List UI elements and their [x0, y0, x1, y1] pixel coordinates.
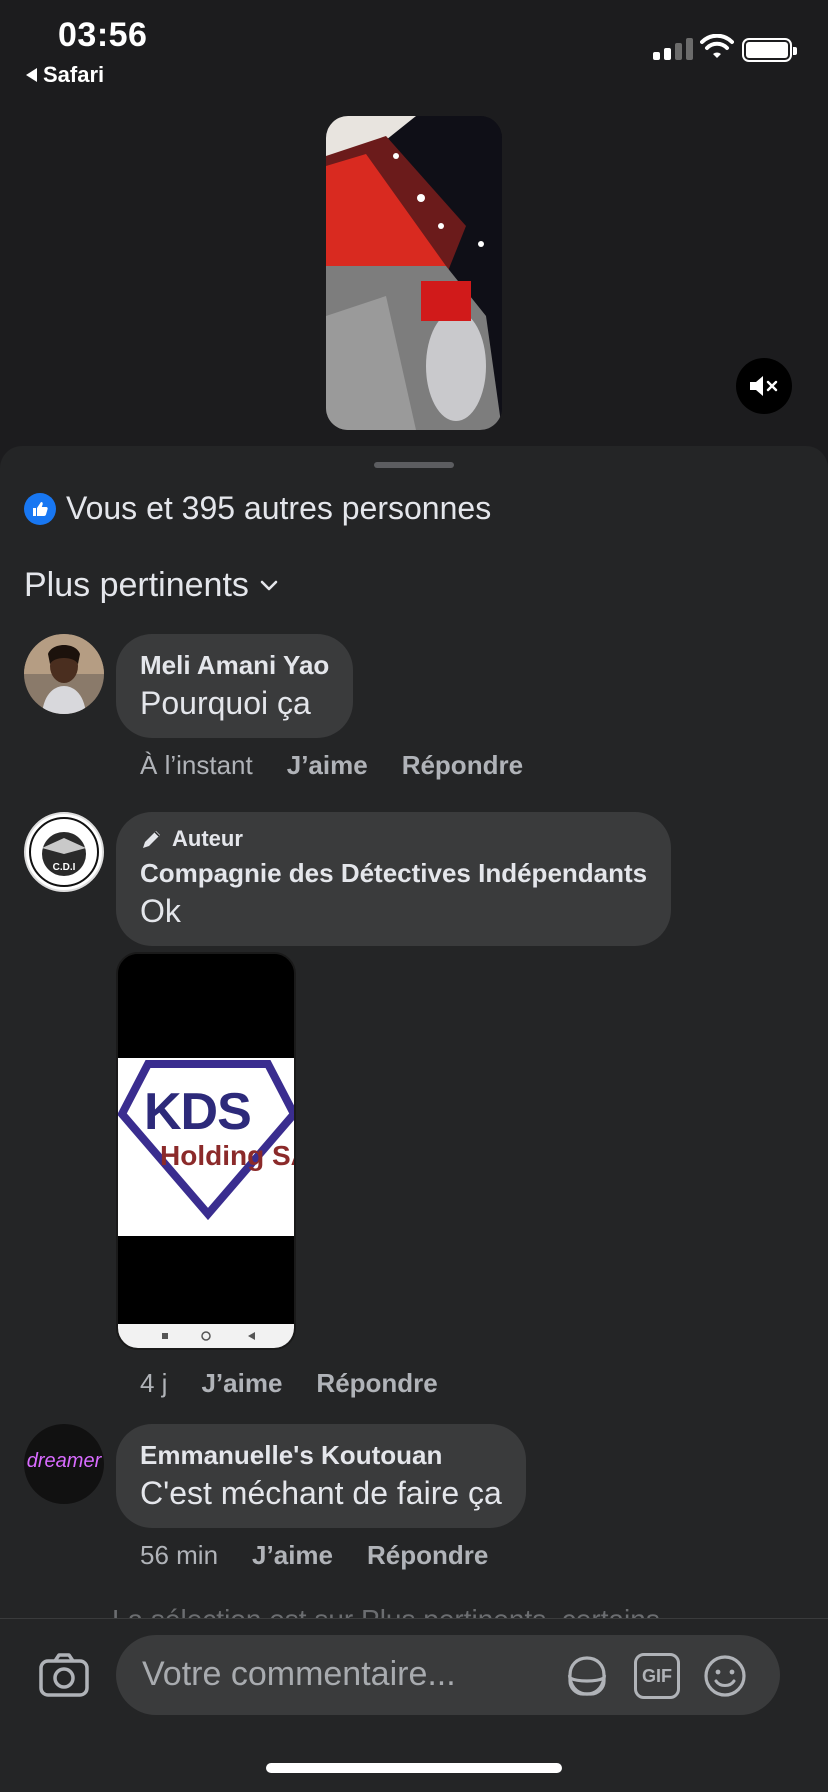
comment-author[interactable]: Compagnie des Détectives Indépendants	[140, 858, 647, 889]
sticker-icon[interactable]	[564, 1653, 610, 1699]
video-thumbnail[interactable]	[326, 116, 502, 430]
reactions-text: Vous et 395 autres personnes	[66, 490, 492, 526]
comment-text: C'est méchant de faire ça	[140, 1475, 502, 1511]
battery-icon	[742, 38, 797, 62]
comment-time: 4 j	[140, 1368, 168, 1398]
signal-icon	[653, 38, 693, 60]
reactions-summary[interactable]: Vous et 395 autres personnes	[24, 490, 491, 527]
like-icon	[24, 492, 56, 525]
avatar-label: C.D.I	[52, 862, 76, 873]
wifi-icon	[700, 34, 734, 58]
sort-dropdown[interactable]: Plus pertinents	[24, 566, 279, 605]
gif-label: GIF	[642, 1665, 672, 1686]
back-to-safari-button[interactable]: Safari	[26, 62, 104, 88]
like-action[interactable]: J’aime	[287, 750, 368, 781]
attachment-line1: KDS	[144, 1083, 252, 1141]
like-action[interactable]: J’aime	[252, 1540, 333, 1571]
comment-time: À l’instant	[140, 750, 253, 780]
reply-action[interactable]: Répondre	[316, 1368, 437, 1399]
avatar-label: dreamer	[26, 1450, 102, 1472]
mute-icon	[750, 376, 778, 396]
comment-author[interactable]: Meli Amani Yao	[140, 650, 329, 681]
emoji-icon[interactable]	[702, 1653, 748, 1699]
back-arrow-icon	[26, 68, 37, 82]
attachment-line2: Holding SA	[160, 1140, 296, 1171]
video-area	[0, 100, 828, 450]
mute-button[interactable]	[736, 358, 792, 414]
like-action[interactable]: J’aime	[201, 1368, 282, 1399]
reply-action[interactable]: Répondre	[402, 750, 523, 781]
status-bar: 03:56 Safari	[0, 0, 828, 100]
chevron-down-icon	[260, 580, 278, 590]
sheet-grabber[interactable]	[374, 462, 454, 468]
comment-image-attachment[interactable]: KDS Holding SA	[116, 952, 296, 1350]
comment-text: Pourquoi ça	[140, 685, 311, 721]
back-app-label: Safari	[43, 62, 105, 87]
video-frame-image	[326, 116, 502, 430]
comment-author[interactable]: Emmanuelle's Koutouan	[140, 1440, 502, 1471]
comment-composer: Votre commentaire... GIF	[0, 1618, 828, 1792]
reply-action[interactable]: Répondre	[367, 1540, 488, 1571]
comment-input-placeholder: Votre commentaire...	[142, 1655, 456, 1693]
comment-actions: 56 min J’aime Répondre	[140, 1540, 488, 1571]
avatar[interactable]	[24, 634, 104, 714]
comment-input[interactable]: Votre commentaire... GIF	[116, 1635, 780, 1715]
comment-bubble[interactable]: Meli Amani Yao Pourquoi ça	[116, 634, 354, 738]
gif-icon[interactable]: GIF	[634, 1653, 680, 1699]
comments-sheet: Vous et 395 autres personnes Plus pertin…	[0, 446, 828, 1792]
comment-bubble[interactable]: Auteur Compagnie des Détectives Indépend…	[116, 812, 672, 946]
sort-label: Plus pertinents	[24, 566, 249, 604]
pencil-icon	[143, 831, 160, 848]
author-badge-label: Auteur	[172, 826, 243, 851]
comment-actions: 4 j J’aime Répondre	[140, 1368, 438, 1399]
comment-actions: À l’instant J’aime Répondre	[140, 750, 523, 781]
home-indicator[interactable]	[266, 1763, 562, 1773]
status-time: 03:56	[58, 16, 148, 54]
author-badge: Auteur	[140, 826, 647, 852]
comment-time: 56 min	[140, 1540, 219, 1570]
avatar[interactable]: dreamer	[24, 1424, 104, 1504]
comment-text: Ok	[140, 893, 181, 929]
avatar[interactable]: C.D.I	[24, 812, 104, 892]
comment-bubble[interactable]: Emmanuelle's Koutouan C'est méchant de f…	[116, 1424, 526, 1528]
camera-icon[interactable]	[38, 1649, 90, 1701]
